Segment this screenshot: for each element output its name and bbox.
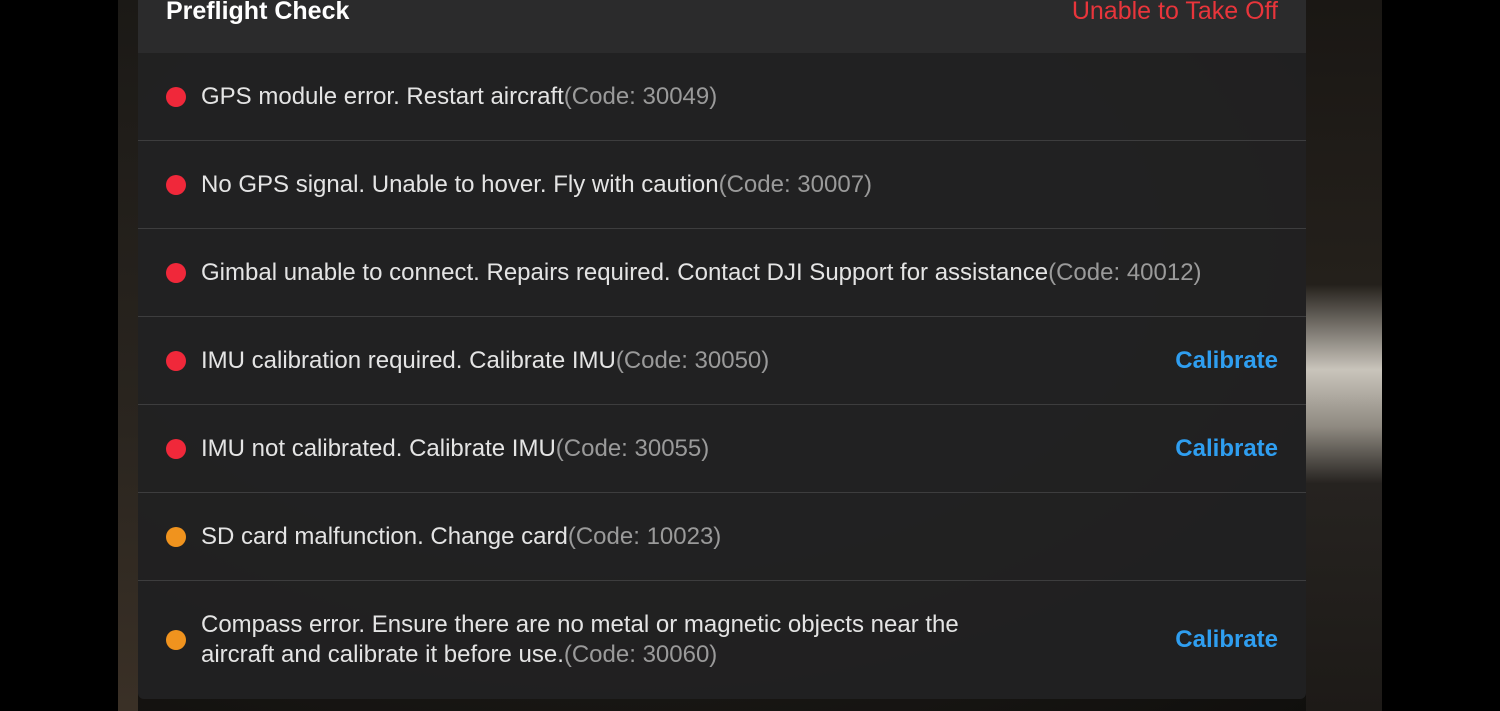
calibrate-imu-button[interactable]: Calibrate	[1175, 347, 1278, 375]
check-item: IMU calibration required. Calibrate IMU(…	[138, 317, 1306, 405]
error-code: (Code: 30007)	[718, 170, 873, 198]
warning-status-dot	[166, 526, 186, 547]
error-code: (Code: 10023)	[567, 522, 722, 550]
check-message: No GPS signal. Unable to hover. Fly with…	[201, 170, 1061, 200]
panel-header: Preflight Check Unable to Take Off	[138, 0, 1306, 53]
error-status-dot	[166, 350, 186, 371]
calibrate-compass-button[interactable]: Calibrate	[1175, 626, 1278, 654]
check-item: GPS module error. Restart aircraft(Code:…	[138, 53, 1306, 141]
error-status-dot	[166, 438, 186, 459]
error-code: (Code: 40012)	[1048, 258, 1202, 286]
error-code: (Code: 30055)	[555, 434, 710, 462]
check-list: GPS module error. Restart aircraft(Code:…	[138, 53, 1306, 698]
check-item: Gimbal unable to connect. Repairs requir…	[138, 229, 1306, 317]
takeoff-status: Unable to Take Off	[1071, 0, 1278, 25]
check-message: IMU not calibrated. Calibrate IMU(Code: …	[201, 434, 1061, 464]
check-item: No GPS signal. Unable to hover. Fly with…	[138, 141, 1306, 229]
error-status-dot	[166, 86, 186, 107]
check-message-text: No GPS signal. Unable to hover. Fly with…	[201, 170, 719, 198]
check-message: Compass error. Ensure there are no metal…	[201, 610, 1031, 670]
camera-feed-right-edge	[1306, 0, 1382, 711]
check-message: Gimbal unable to connect. Repairs requir…	[201, 258, 1281, 288]
check-message-text: SD card malfunction. Change card	[201, 522, 568, 550]
error-code: (Code: 30050)	[615, 346, 770, 374]
check-message: GPS module error. Restart aircraft(Code:…	[201, 82, 1061, 112]
app-screen: Preflight Check Unable to Take Off GPS m…	[0, 0, 1500, 711]
check-message: IMU calibration required. Calibrate IMU(…	[201, 346, 1061, 376]
check-message-text: GPS module error. Restart aircraft	[201, 82, 564, 110]
check-message-text: IMU not calibrated. Calibrate IMU	[201, 434, 556, 462]
calibrate-imu-button[interactable]: Calibrate	[1175, 435, 1278, 463]
check-message: SD card malfunction. Change card(Code: 1…	[201, 522, 1061, 552]
panel-title: Preflight Check	[166, 0, 350, 25]
check-item: SD card malfunction. Change card(Code: 1…	[138, 493, 1306, 581]
error-status-dot	[166, 262, 186, 283]
error-status-dot	[166, 174, 186, 195]
check-item: Compass error. Ensure there are no metal…	[138, 581, 1306, 698]
error-code: (Code: 30049)	[563, 82, 718, 110]
error-code: (Code: 30060)	[563, 640, 718, 668]
check-message-text: Gimbal unable to connect. Repairs requir…	[201, 258, 1049, 286]
preflight-check-panel: Preflight Check Unable to Take Off GPS m…	[138, 0, 1306, 699]
check-message-text: IMU calibration required. Calibrate IMU	[201, 346, 616, 374]
check-item: IMU not calibrated. Calibrate IMU(Code: …	[138, 405, 1306, 493]
camera-feed-left-edge	[118, 0, 138, 711]
warning-status-dot	[166, 629, 186, 650]
